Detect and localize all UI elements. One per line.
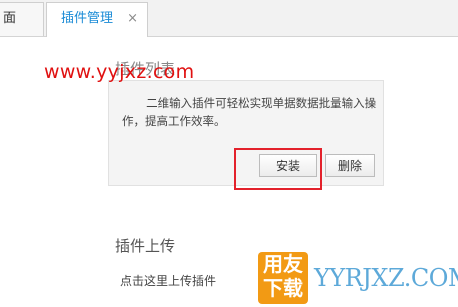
watermark-logo: 用友 下载 YYRJXZ.COM [258,250,458,307]
tab-plugin-management[interactable]: 插件管理 × [46,2,148,37]
tab-plugin-management-label: 插件管理 [61,11,114,26]
plugin-card: 二维输入插件可轻松实现单据数据批量输入操作，提高工作效率。 安装 删除 [108,80,384,186]
tab-bar: 面 插件管理 × [0,0,458,37]
upload-plugin-link[interactable]: 点击这里上传插件 [120,272,216,289]
tab-home-label: 面 [3,11,17,26]
install-button[interactable]: 安装 [259,154,317,177]
close-icon[interactable]: × [127,3,138,35]
plugin-description: 二维输入插件可轻松实现单据数据批量输入操作，提高工作效率。 [122,96,377,128]
plugin-upload-title: 插件上传 [115,237,176,255]
logo-text: YYRJXZ.COM [314,264,458,292]
logo-line1: 用友 [263,252,303,276]
watermark-url: www.yyjxz.com [44,61,195,83]
logo-line2: 下载 [263,276,303,300]
tab-home[interactable]: 面 [0,2,44,36]
logo-badge: 用友 下载 [258,252,308,304]
delete-button[interactable]: 删除 [325,154,375,177]
